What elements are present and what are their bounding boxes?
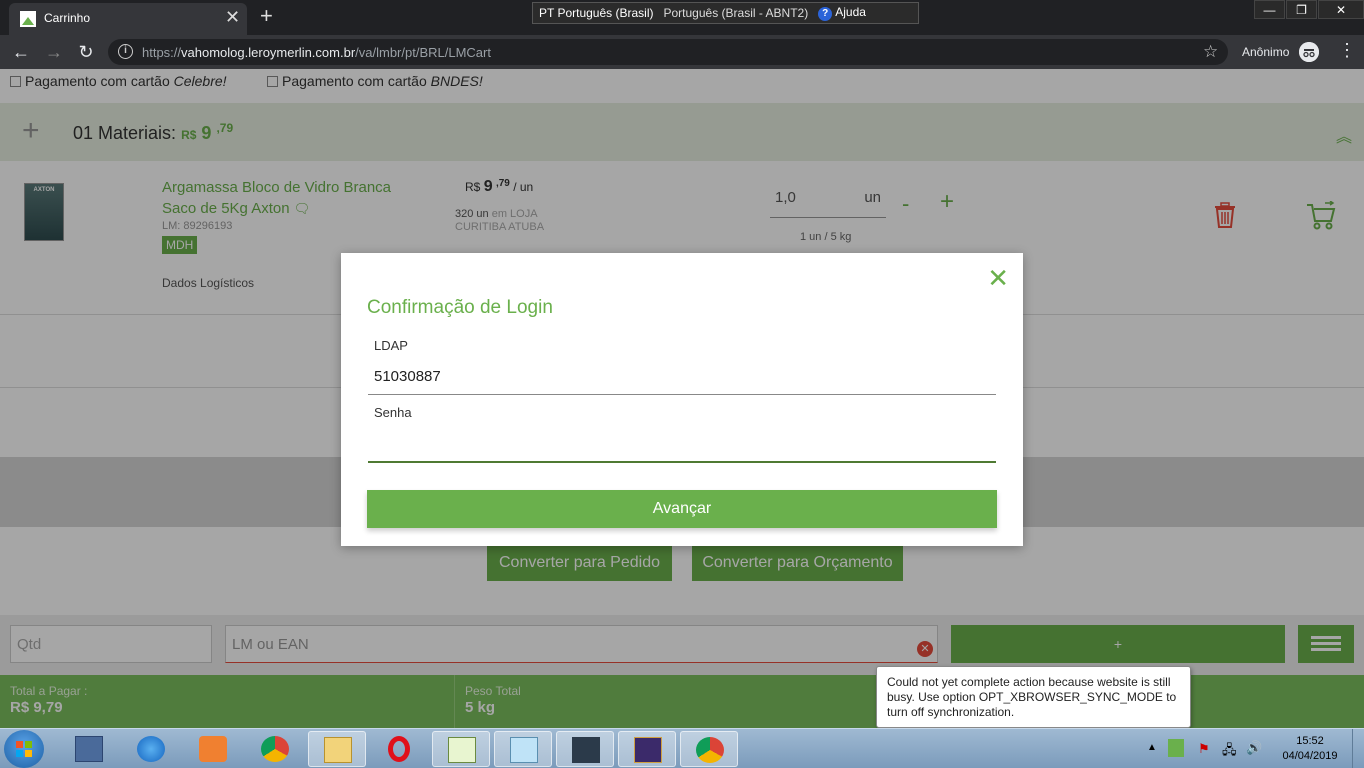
taskbar-ie[interactable]: [122, 731, 180, 767]
show-desktop-button[interactable]: [1352, 729, 1364, 768]
taskbar-media-player[interactable]: [184, 731, 242, 767]
taskbar-opera[interactable]: [370, 731, 428, 767]
new-tab-icon[interactable]: +: [260, 5, 273, 27]
browser-tab[interactable]: Carrinho ✕: [9, 3, 247, 35]
profile-name[interactable]: Anônimo: [1242, 45, 1289, 59]
editor-icon: [510, 737, 538, 763]
browser-toolbar: ← → ↻ i https://vahomolog.leroymerlin.co…: [0, 35, 1364, 69]
site-info-icon[interactable]: i: [118, 44, 133, 59]
restore-icon[interactable]: ❐: [1286, 0, 1317, 19]
incognito-icon[interactable]: [1299, 42, 1319, 62]
ldap-input[interactable]: 51030887: [374, 368, 441, 385]
taskbar-remote-desktop[interactable]: [60, 731, 118, 767]
help-link[interactable]: ? Ajuda: [818, 5, 866, 21]
internet-explorer-icon: [137, 736, 165, 762]
action-center-icon[interactable]: ⚑: [1198, 741, 1210, 757]
taskbar-java-ee-ide[interactable]: [618, 731, 676, 767]
terminal-icon: [572, 737, 600, 763]
ldap-label: LDAP: [374, 338, 408, 353]
ldap-underline: [368, 394, 996, 395]
windows-start-icon[interactable]: [4, 730, 44, 768]
tray-expand-icon[interactable]: ▲: [1147, 742, 1157, 753]
system-clock[interactable]: 15:52 04/04/2019: [1280, 734, 1340, 764]
password-input[interactable]: [374, 433, 994, 457]
language-bar[interactable]: PT Português (Brasil) Português (Brasil …: [532, 2, 919, 24]
folder-icon: [324, 737, 352, 763]
advance-button[interactable]: Avançar: [367, 490, 997, 528]
password-label: Senha: [374, 405, 412, 420]
network-icon[interactable]: 🖧: [1222, 741, 1237, 763]
reload-icon[interactable]: ↻: [75, 41, 97, 63]
language-indicator[interactable]: PT Português (Brasil): [539, 6, 654, 20]
tray-app-icon[interactable]: [1168, 739, 1184, 757]
forward-arrow-icon[interactable]: →: [43, 41, 65, 63]
minimize-icon[interactable]: —: [1254, 0, 1285, 19]
bookmark-star-icon[interactable]: ☆: [1203, 42, 1218, 62]
help-icon: ?: [818, 7, 833, 21]
browser-titlebar: Carrinho ✕ + PT Português (Brasil) Portu…: [0, 0, 1364, 35]
tab-close-icon[interactable]: ✕: [225, 8, 240, 26]
keyboard-layout[interactable]: Português (Brasil - ABNT2): [664, 6, 809, 20]
keyboard-app-icon: [75, 736, 103, 762]
modal-close-icon[interactable]: ✕: [987, 265, 1009, 291]
taskbar-terminal-app[interactable]: [556, 731, 614, 767]
java-ee-ide-icon: [634, 737, 662, 763]
login-confirmation-modal: ✕ Confirmação de Login LDAP 51030887 Sen…: [341, 253, 1023, 546]
chrome-icon: [696, 737, 724, 763]
notepad-icon: [448, 737, 476, 763]
volume-icon[interactable]: 🔊: [1246, 740, 1262, 756]
taskbar-explorer[interactable]: [308, 731, 366, 767]
url-text[interactable]: https://vahomolog.leroymerlin.com.br/va/…: [142, 45, 491, 60]
media-player-icon: [199, 736, 227, 762]
back-arrow-icon[interactable]: ←: [10, 41, 32, 63]
window-close-icon[interactable]: ✕: [1318, 0, 1364, 19]
chrome-icon: [261, 736, 289, 762]
tab-title: Carrinho: [44, 11, 91, 25]
taskbar-chrome-active[interactable]: [680, 731, 738, 767]
window-controls: — ❐ ✕: [1253, 0, 1364, 19]
sync-warning-tooltip: Could not yet complete action because we…: [876, 666, 1191, 728]
taskbar-editor-app[interactable]: [494, 731, 552, 767]
taskbar-notepad-app[interactable]: [432, 731, 490, 767]
browser-menu-icon[interactable]: ⋮: [1338, 40, 1356, 61]
windows-taskbar: ▲ ⚑ 🖧 🔊 15:52 04/04/2019: [0, 728, 1364, 768]
opera-icon: [388, 736, 410, 762]
modal-title: Confirmação de Login: [367, 297, 553, 318]
address-bar[interactable]: i https://vahomolog.leroymerlin.com.br/v…: [108, 39, 1228, 65]
leroy-merlin-favicon-icon: [20, 11, 36, 27]
password-underline: [368, 461, 996, 463]
taskbar-chrome[interactable]: [246, 731, 304, 767]
